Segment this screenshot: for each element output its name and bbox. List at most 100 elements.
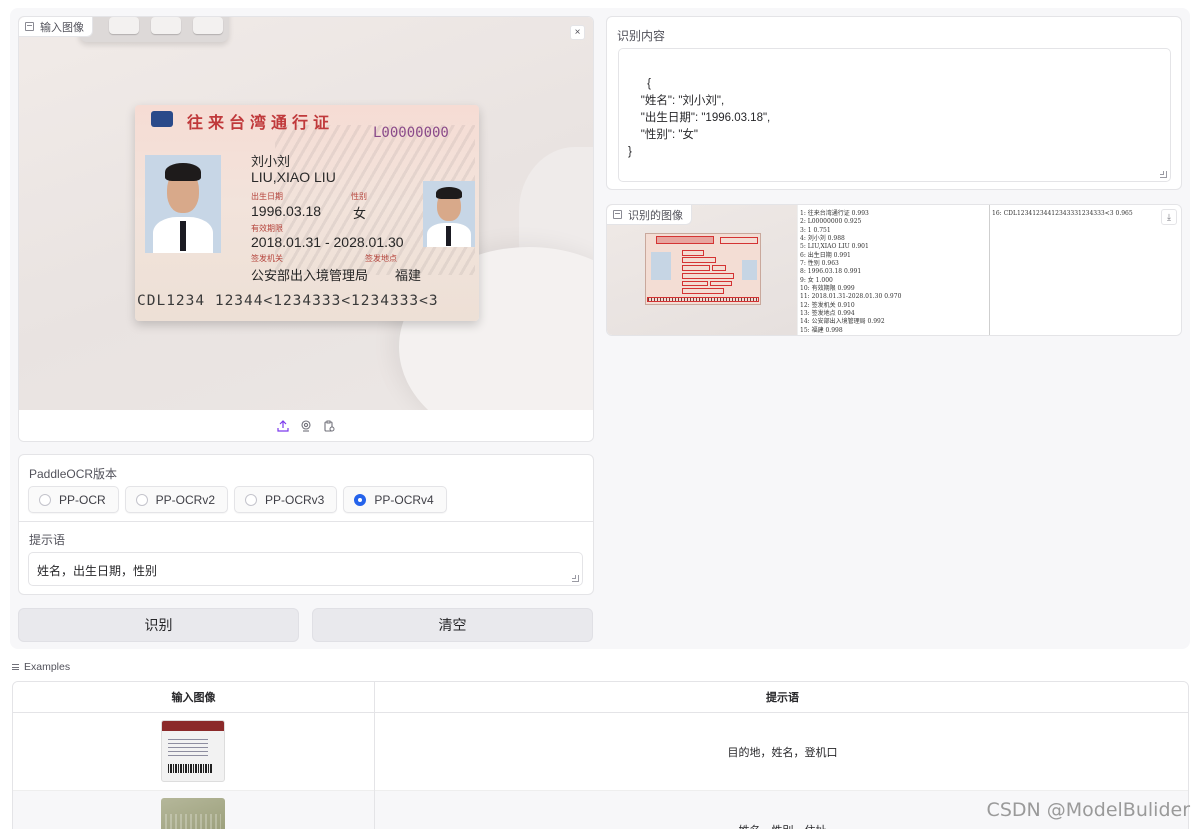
list-icon	[12, 664, 19, 670]
resize-grip-icon[interactable]	[572, 575, 579, 582]
barcode-icon	[168, 764, 212, 773]
ocr-line: 4: 刘小刘 0.988	[800, 235, 845, 243]
radio-pp-ocrv4[interactable]: PP-OCRv4	[343, 486, 447, 513]
image-source-bar	[19, 410, 593, 441]
card-dob-label: 出生日期	[251, 192, 283, 201]
card-authority: 公安部出入境管理局	[251, 269, 369, 284]
ocr-line: 9: 女 1.000	[800, 276, 833, 284]
ocr-line: 11: 2018.01.31-2028.01.30 0.970	[800, 293, 902, 301]
examples-header: Examples	[12, 661, 70, 673]
resize-grip-icon[interactable]	[1160, 171, 1167, 178]
card-place: 福建	[395, 269, 422, 284]
example-prompt-cell: 目的地，姓名，登机口	[727, 747, 838, 759]
annotated-card	[645, 233, 761, 305]
ocr-line: 6: 出生日期 0.991	[800, 251, 851, 259]
card-name-cn: 刘小刘	[251, 155, 291, 170]
portrait-hair	[436, 187, 462, 199]
download-icon[interactable]: ⤓	[1161, 209, 1177, 225]
version-prompt-panel: PaddleOCR版本 PP-OCR PP-OCRv2 PP-OCRv3 PP-…	[18, 454, 594, 595]
result-image-panel: 识别的图像 ⤓ 1: 往来台湾通行证 0.993 2: L00000000 0.…	[606, 204, 1182, 336]
column-header-image: 输入图像	[13, 682, 375, 713]
card-emblem-icon	[151, 111, 173, 127]
image-icon	[613, 210, 622, 219]
ocr-line: 3: 1 0.751	[800, 226, 831, 234]
card-name-pinyin: LIU,XIAO LIU	[251, 169, 336, 185]
thumbnail-pattern	[165, 814, 221, 829]
clear-image-button[interactable]: ×	[570, 25, 585, 40]
clipboard-icon[interactable]	[322, 418, 337, 433]
detection-box	[656, 236, 714, 244]
thumbnail-header	[162, 721, 224, 731]
version-radio-group: PP-OCR PP-OCRv2 PP-OCRv3 PP-OCRv4	[28, 486, 447, 513]
card-number: L00000000	[373, 125, 449, 141]
id-card: 往来台湾通行证 L00000000 刘小刘 LIU,XIAO LIU 出生日期	[135, 105, 479, 321]
thumbnail-text-lines	[168, 739, 208, 759]
watermark: CSDN @ModelBulider	[986, 799, 1190, 821]
detection-box	[682, 273, 734, 279]
portrait-tie	[446, 226, 451, 246]
card-authority-label: 签发机关	[251, 254, 283, 263]
result-label: 识别内容	[617, 29, 666, 43]
portrait-tie	[180, 221, 186, 251]
app-container: 输入图像 × 往来台湾通行证 L00000000 刘小刘 LIU,XIAO LI…	[10, 8, 1190, 649]
portrait-thumbnail	[651, 252, 671, 280]
result-textarea[interactable]: { "姓名": "刘小刘", "出生日期": "1996.03.18", "性别…	[618, 48, 1171, 182]
detection-box	[682, 250, 704, 256]
example-image-cell	[13, 713, 375, 791]
detection-box	[682, 288, 724, 294]
clear-button[interactable]: 清空	[312, 608, 593, 642]
radio-circle-icon	[39, 493, 51, 506]
version-label: PaddleOCR版本	[29, 467, 118, 481]
detection-box	[682, 265, 710, 271]
divider	[19, 521, 593, 522]
portrait-thumbnail	[742, 260, 757, 280]
portrait-hair	[165, 163, 201, 181]
radio-pp-ocr[interactable]: PP-OCR	[28, 486, 119, 513]
recognize-button[interactable]: 识别	[18, 608, 299, 642]
radio-circle-icon	[245, 493, 258, 506]
input-photo: 往来台湾通行证 L00000000 刘小刘 LIU,XIAO LIU 出生日期	[19, 17, 593, 410]
ocr-line: 1: 往来台湾通行证 0.993	[800, 210, 869, 217]
card-place-label: 签发地点	[365, 254, 397, 263]
prompt-label: 提示语	[29, 533, 66, 547]
card-sex-label: 性别	[351, 192, 367, 201]
webcam-icon[interactable]	[299, 418, 314, 433]
ocr-line: 10: 有效期限 0.999	[800, 285, 855, 293]
ocr-line: 12: 签发机关 0.910	[800, 301, 855, 309]
input-image-panel[interactable]: 输入图像 × 往来台湾通行证 L00000000 刘小刘 LIU,XIAO LI…	[18, 16, 594, 442]
card-mrz: CDL1234 12344<1234333<1234333<3	[137, 293, 439, 309]
column-header-prompt: 提示语	[375, 682, 1188, 713]
example-image-cell	[13, 791, 375, 829]
keyboard-decoration	[79, 17, 229, 42]
radio-pp-ocrv3[interactable]: PP-OCRv3	[234, 486, 338, 513]
detection-box	[720, 237, 758, 244]
result-text-panel: 识别内容 { "姓名": "刘小刘", "出生日期": "1996.03.18"…	[606, 16, 1182, 190]
ocr-line: 7: 性别 0.963	[800, 260, 839, 268]
detection-box	[682, 281, 708, 286]
input-image-label: 输入图像	[19, 17, 93, 37]
keyboard-key	[193, 17, 223, 34]
ocr-text-column-2: 16: CDL12341234412343331234333<3 0.965	[989, 205, 1181, 335]
detection-box	[710, 281, 732, 286]
radio-pp-ocrv2[interactable]: PP-OCRv2	[124, 486, 229, 513]
example-row[interactable]: 目的地，姓名，登机口	[13, 713, 1188, 791]
detection-box	[712, 265, 726, 271]
ocr-line: 2: L00000000 0.925	[800, 218, 862, 226]
result-image-label: 识别的图像	[607, 205, 692, 225]
prompt-input[interactable]: 姓名，出生日期，性别	[28, 552, 583, 586]
ocr-line: 14: 公安部出入境管理局 0.992	[800, 318, 885, 326]
card-dob: 1996.03.18	[251, 203, 322, 219]
card-validity: 2018.01.31 - 2028.01.30	[251, 234, 404, 250]
image-icon	[25, 22, 34, 31]
ocr-text-column-1: 1: 往来台湾通行证 0.993 2: L00000000 0.925 3: 1…	[797, 205, 989, 335]
card-validity-label: 有效期限	[251, 224, 283, 233]
radio-selected-icon	[354, 493, 367, 506]
id-card-thumbnail	[161, 798, 225, 829]
detection-box	[647, 297, 759, 302]
portrait-photo-small	[423, 181, 475, 247]
card-sex: 女	[353, 207, 367, 222]
card-title: 往来台湾通行证	[187, 113, 335, 132]
radio-circle-icon	[135, 493, 148, 506]
upload-icon[interactable]	[276, 418, 291, 433]
portrait-photo	[145, 155, 221, 253]
